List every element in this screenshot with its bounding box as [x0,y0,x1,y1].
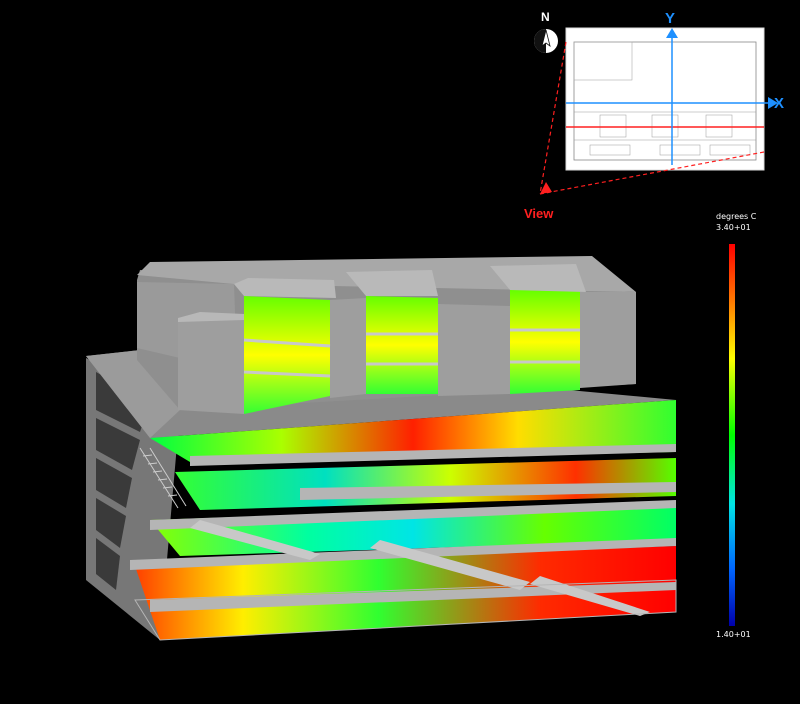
north-label: N [541,10,550,24]
upper-room-1-thermal [244,296,330,414]
upper-box-right-mid [438,304,510,396]
thermal-simulation-view [86,27,778,641]
view-cone-left [539,41,567,195]
temperature-color-scale [729,244,735,626]
upper-room-3-thermal [510,290,580,394]
upper-box-right [580,292,636,388]
key-plan [539,27,778,195]
key-plan-frame [565,27,765,171]
view-label: View [524,206,554,221]
legend-title: degrees C [716,212,757,221]
building-model [86,256,677,641]
y-axis-label: Y [665,10,676,27]
x-axis-label: X [774,95,785,112]
legend-max-label: 3.40+01 [716,223,751,232]
upper-room-2-thermal [366,296,438,394]
upper-box-mid [330,298,366,398]
north-compass-icon [534,29,558,53]
legend-min-label: 1.40+01 [716,630,751,639]
upper-box-left [178,318,244,414]
